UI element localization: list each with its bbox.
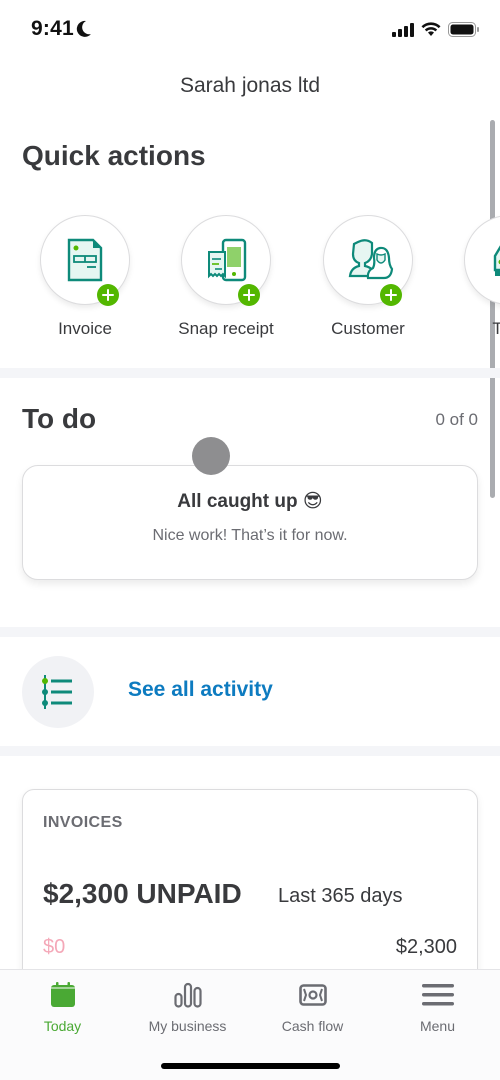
invoices-range-min: $0 — [43, 936, 66, 958]
wifi-icon — [421, 22, 441, 36]
calendar-icon — [50, 982, 75, 1007]
company-name[interactable]: Sarah jonas ltd — [0, 74, 500, 98]
invoice-icon — [67, 238, 103, 282]
tab-my-business[interactable]: My business — [125, 970, 250, 1040]
quick-actions-row: Invoice Snap receipt Customer T — [0, 215, 500, 345]
bar-chart-icon — [173, 982, 202, 1008]
tab-today[interactable]: Today — [0, 970, 125, 1040]
moon-icon — [76, 20, 91, 37]
quick-action-label: Trac — [492, 319, 500, 338]
activity-icon-button[interactable] — [22, 656, 94, 728]
section-divider — [0, 746, 500, 756]
hamburger-menu-icon — [421, 984, 454, 1006]
todo-card: All caught up 😎 Nice work! That’s it for… — [22, 465, 478, 580]
car-icon — [493, 245, 500, 276]
todo-count: 0 of 0 — [435, 410, 478, 429]
plus-icon — [238, 284, 260, 306]
quick-action-label: Invoice — [58, 319, 112, 338]
quick-action-snap-receipt[interactable]: Snap receipt — [161, 215, 291, 339]
invoices-period: Last 365 days — [278, 885, 403, 907]
quick-action-circle[interactable] — [40, 215, 130, 306]
quick-action-circle[interactable] — [323, 215, 413, 306]
todo-title: To do — [22, 403, 97, 434]
quick-action-invoice[interactable]: Invoice — [20, 215, 150, 339]
tab-label: Cash flow — [281, 1018, 344, 1034]
todo-card-title: All caught up 😎 — [177, 491, 323, 512]
battery-icon — [448, 22, 479, 37]
tab-cash-flow[interactable]: Cash flow — [250, 970, 375, 1040]
status-bar: 9:41 — [0, 0, 500, 60]
quick-action-circle[interactable] — [181, 215, 271, 306]
invoices-range-max: $2,300 — [395, 936, 457, 958]
see-all-activity-link[interactable]: See all activity — [128, 678, 273, 702]
signal-icon — [392, 22, 414, 37]
cash-icon — [298, 984, 327, 1006]
invoices-heading: INVOICES — [43, 814, 123, 831]
tab-label: My business — [148, 1018, 227, 1034]
status-time: 9:41 — [31, 17, 74, 40]
section-divider — [0, 368, 500, 378]
customer-icon — [348, 239, 394, 280]
quick-action-track[interactable]: Trac — [444, 215, 500, 339]
receipt-phone-icon — [208, 238, 247, 282]
status-icons — [392, 22, 480, 37]
invoices-unpaid-amount: $2,300 UNPAID — [43, 878, 242, 909]
quick-action-customer[interactable]: Customer — [303, 215, 433, 339]
todo-card-subtitle: Nice work! That’s it for now. — [152, 527, 348, 544]
quick-action-label: Customer — [331, 319, 405, 338]
tab-label: Today — [43, 1018, 82, 1034]
tab-label: Menu — [419, 1018, 456, 1034]
tab-menu[interactable]: Menu — [375, 970, 500, 1040]
plus-icon — [97, 284, 119, 306]
quick-actions-title: Quick actions — [22, 140, 206, 171]
touch-indicator — [192, 437, 230, 475]
activity-list-icon — [42, 675, 72, 709]
home-indicator[interactable] — [161, 1063, 340, 1069]
quick-action-circle[interactable] — [464, 215, 500, 305]
section-divider — [0, 627, 500, 637]
quick-action-label: Snap receipt — [178, 319, 274, 338]
plus-icon — [380, 284, 402, 306]
